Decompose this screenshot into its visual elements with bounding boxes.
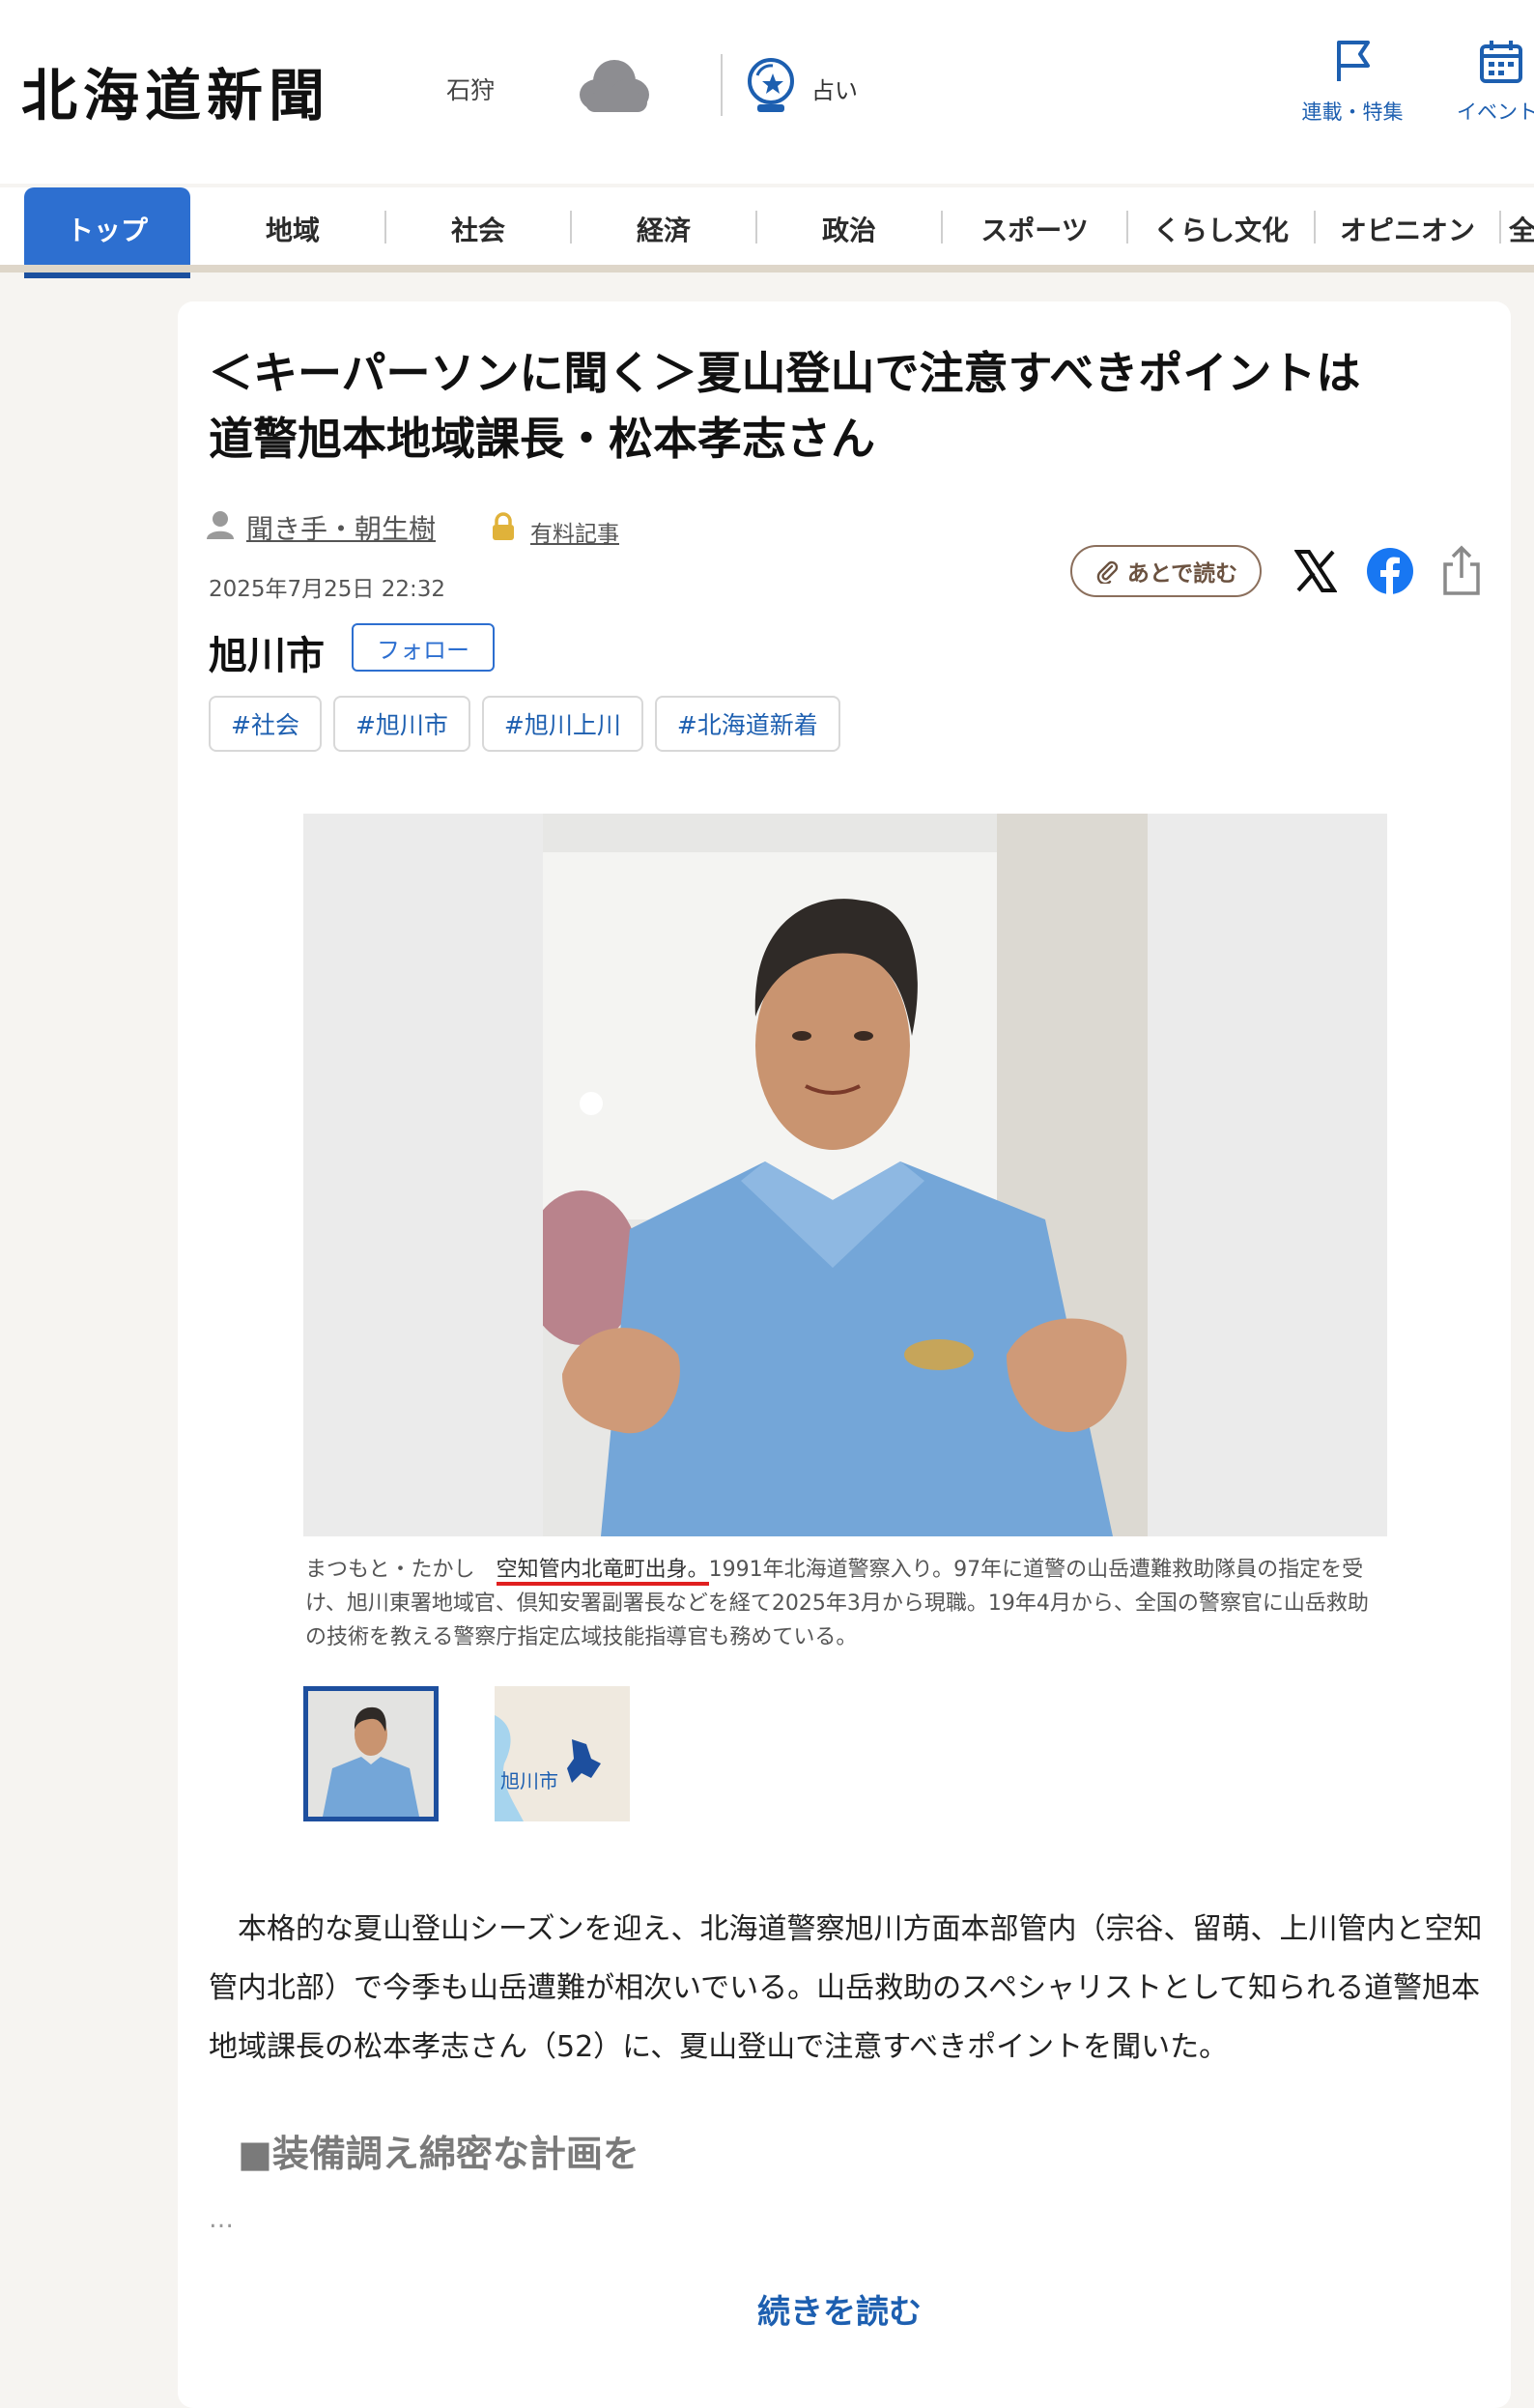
- map-thumbnail[interactable]: 旭川市: [495, 1686, 630, 1821]
- tab-opinion[interactable]: オピニオン: [1316, 187, 1499, 271]
- category-nav: トップ 地域 社会 経済 政治 スポーツ くらし文化 オピニオン 全: [0, 187, 1534, 278]
- tag-asahikawa[interactable]: #旭川市: [332, 696, 470, 752]
- tab-all[interactable]: 全: [1509, 187, 1534, 271]
- photo-caption: まつもと・たかし 空知管内北竜町出身。1991年北海道警察入り。97年に道警の山…: [305, 1553, 1387, 1654]
- caption-prefix: まつもと・たかし: [305, 1558, 497, 1582]
- site-header: 北海道新聞 石狩 占い 連載・特集 イベント: [0, 0, 1534, 184]
- tag-asahikawa-kamikawa[interactable]: #旭川上川: [481, 696, 643, 752]
- header-divider: [721, 54, 723, 116]
- map-icon: [495, 1686, 630, 1821]
- tab-divider: [1499, 211, 1501, 244]
- article-title-line1: ＜キーパーソンに聞く＞夏山登山で注意すべきポイントは: [209, 347, 1361, 399]
- tab-lifestyle-culture[interactable]: くらし文化: [1128, 187, 1314, 271]
- photo-thumbnail-1[interactable]: [303, 1686, 439, 1821]
- calendar-icon: [1480, 41, 1522, 83]
- author-link[interactable]: 聞き手・朝生樹: [246, 508, 436, 547]
- tab-economy[interactable]: 経済: [572, 187, 755, 271]
- share-icon[interactable]: [1441, 545, 1482, 597]
- event-label: イベント: [1457, 100, 1534, 124]
- nav-underline: [0, 265, 1534, 272]
- section-heading: ■装備調え綿密な計画を: [238, 2133, 639, 2175]
- paid-article-link[interactable]: 有料記事: [530, 515, 619, 548]
- series-feature-button[interactable]: 連載・特集: [1294, 37, 1410, 126]
- portrait-thumbnail: [308, 1691, 434, 1817]
- lock-icon: [493, 512, 514, 540]
- cloud-icon[interactable]: [576, 52, 653, 120]
- city-label: 旭川市: [209, 634, 325, 678]
- event-button[interactable]: イベント: [1457, 37, 1534, 126]
- paperclip-icon: [1096, 560, 1119, 584]
- main-photo[interactable]: [303, 814, 1387, 1536]
- site-logo[interactable]: 北海道新聞: [21, 50, 330, 131]
- truncation-ellipsis: …: [209, 2205, 234, 2234]
- flag-icon: [1337, 41, 1370, 81]
- tag-society[interactable]: #社会: [209, 696, 322, 752]
- series-feature-label: 連載・特集: [1301, 100, 1404, 124]
- x-share-icon[interactable]: [1294, 549, 1337, 593]
- tag-list: #社会 #旭川市 #旭川上川 #北海道新着: [209, 696, 840, 752]
- fortune-link[interactable]: 占い: [811, 72, 858, 105]
- read-more-link[interactable]: 続きを読む: [757, 2285, 922, 2333]
- read-later-button[interactable]: あとで読む: [1070, 545, 1262, 597]
- article-title-line2: 道警旭本地域課長・松本孝志さん: [209, 413, 875, 465]
- caption-highlight: 空知管内北竜町出身。: [496, 1558, 709, 1586]
- article-lead: 本格的な夏山登山シーズンを迎え、北海道警察旭川方面本部管内（宗谷、留萌、上川管内…: [209, 1912, 1483, 2064]
- follow-button[interactable]: フォロー: [352, 623, 495, 672]
- tab-top[interactable]: トップ: [24, 187, 190, 278]
- article-title: ＜キーパーソンに聞く＞夏山登山で注意すべきポイントは 道警旭本地域課長・松本孝志…: [209, 340, 1464, 472]
- tab-society[interactable]: 社会: [386, 187, 570, 271]
- map-thumbnail-label: 旭川市: [500, 1769, 558, 1792]
- tab-region[interactable]: 地域: [203, 187, 383, 271]
- portrait-photo: [543, 814, 1148, 1536]
- person-icon: [207, 511, 234, 539]
- region-selector[interactable]: 石狩: [446, 72, 495, 106]
- crystal-ball-icon[interactable]: [744, 56, 798, 116]
- publish-date: 2025年7月25日 22:32: [209, 577, 446, 602]
- read-later-label: あとで読む: [1126, 561, 1238, 587]
- tag-hokkaido-new[interactable]: #北海道新着: [654, 696, 840, 752]
- tab-politics[interactable]: 政治: [757, 187, 941, 271]
- tab-sports[interactable]: スポーツ: [943, 187, 1126, 271]
- facebook-share-icon[interactable]: [1366, 547, 1414, 595]
